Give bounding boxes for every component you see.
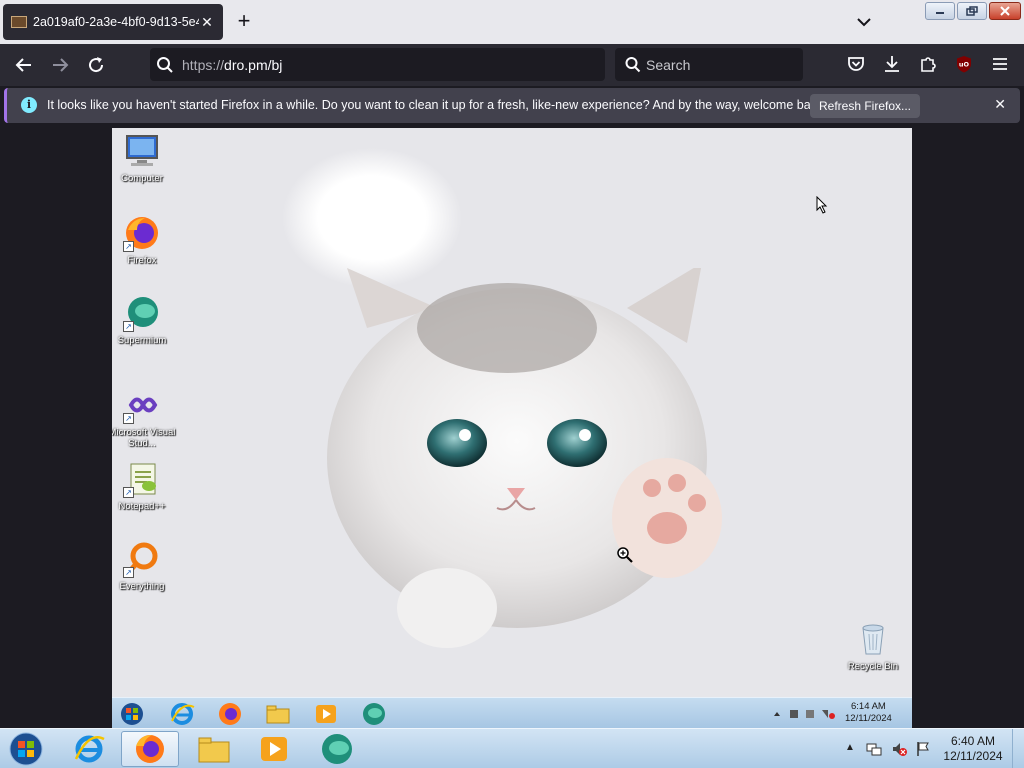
- recycle-bin-icon: [854, 620, 892, 658]
- svg-text:uO: uO: [959, 61, 970, 69]
- action-center-flag-icon[interactable]: [915, 741, 931, 757]
- internet-explorer-icon[interactable]: [168, 701, 196, 727]
- media-player-icon[interactable]: [312, 701, 340, 727]
- notification-close-icon[interactable]: ✕: [994, 96, 1006, 113]
- tab-title: 2a019af0-2a3e-4bf0-9d13-5e4d: [33, 15, 199, 29]
- host-clock[interactable]: 6:40 AM 12/11/2024: [938, 734, 1008, 764]
- desktop-icon-firefox[interactable]: ↗ Firefox: [112, 214, 177, 266]
- visual-studio-icon: ↗: [123, 386, 161, 424]
- shortcut-arrow-icon: ↗: [123, 241, 134, 252]
- window-close-button[interactable]: [989, 2, 1021, 20]
- tab-favicon-icon: [11, 16, 27, 28]
- volume-muted-icon[interactable]: [891, 741, 907, 757]
- tab-close-icon[interactable]: ✕: [199, 14, 215, 31]
- search-placeholder: Search: [646, 57, 691, 73]
- search-icon: [625, 56, 641, 79]
- url-text[interactable]: https://dro.pm/bj: [182, 57, 282, 73]
- file-explorer-icon[interactable]: [264, 701, 292, 727]
- mouse-pointer-icon: [816, 196, 828, 214]
- refresh-firefox-notification: i It looks like you haven't started Fire…: [4, 88, 1020, 123]
- notification-message: It looks like you haven't started Firefo…: [47, 98, 827, 112]
- back-arrow-icon[interactable]: [12, 53, 36, 77]
- refresh-firefox-button[interactable]: Refresh Firefox...: [810, 94, 920, 118]
- desktop-icon-label: Microsoft Visual Stud...: [112, 427, 176, 449]
- everything-icon: ↗: [123, 540, 161, 578]
- start-button[interactable]: [0, 731, 52, 767]
- firefox-icon: ↗: [123, 214, 161, 252]
- firefox-icon[interactable]: [216, 701, 244, 727]
- pocket-icon[interactable]: [845, 53, 867, 75]
- url-host-path: dro.pm/bj: [224, 57, 283, 73]
- remote-clock[interactable]: 6:14 AM 12/11/2024: [845, 701, 892, 725]
- show-hidden-icons-arrow[interactable]: ▲: [845, 742, 861, 758]
- shortcut-arrow-icon: ↗: [123, 413, 134, 424]
- supermium-icon[interactable]: [360, 701, 388, 727]
- search-icon: [156, 56, 174, 79]
- notepad-plus-plus-icon: ↗: [123, 460, 161, 498]
- remote-system-tray-icons[interactable]: [772, 708, 842, 720]
- desktop-icon-label: Recycle Bin: [847, 661, 899, 672]
- internet-explorer-icon[interactable]: [60, 731, 118, 767]
- show-desktop-button[interactable]: [1012, 729, 1024, 768]
- desktop-icon-label: Firefox: [127, 255, 157, 266]
- tab-strip: 2a019af0-2a3e-4bf0-9d13-5e4d ✕ +: [0, 0, 1024, 44]
- forward-arrow-icon[interactable]: [48, 53, 72, 77]
- desktop-icon-supermium[interactable]: ↗ Supermium: [112, 294, 177, 346]
- host-time: 6:40 AM: [950, 734, 996, 748]
- remote-time: 6:14 AM: [850, 701, 886, 712]
- desktop-icon-computer[interactable]: Computer: [112, 132, 177, 184]
- search-bar[interactable]: Search: [615, 48, 803, 81]
- desktop-icon-label: Computer: [121, 173, 163, 184]
- new-tab-button[interactable]: +: [232, 10, 256, 34]
- network-icon[interactable]: [866, 741, 882, 757]
- supermium-icon[interactable]: [308, 731, 366, 767]
- computer-icon: [123, 132, 161, 170]
- desktop-icon-notepad-plus-plus[interactable]: ↗ Notepad++: [112, 460, 177, 512]
- info-icon: i: [21, 97, 37, 113]
- reload-icon[interactable]: [84, 53, 108, 77]
- window-minimize-button[interactable]: [925, 2, 955, 20]
- downloads-icon[interactable]: [881, 53, 903, 75]
- browser-tab[interactable]: 2a019af0-2a3e-4bf0-9d13-5e4d ✕: [3, 4, 223, 40]
- firefox-icon[interactable]: [121, 731, 179, 767]
- ublock-origin-icon[interactable]: uO: [953, 53, 975, 75]
- desktop-icon-label: Notepad++: [118, 501, 166, 512]
- desktop-icon-label: Supermium: [117, 335, 167, 346]
- shortcut-arrow-icon: ↗: [123, 567, 134, 578]
- desktop-icon-visual-studio[interactable]: ↗ Microsoft Visual Stud...: [112, 386, 177, 449]
- file-explorer-icon[interactable]: [185, 731, 243, 767]
- remote-taskbar: 6:14 AM 12/11/2024: [112, 697, 912, 728]
- url-protocol: https://: [182, 57, 225, 73]
- host-taskbar: ▲ 6:40 AM 12/11/2024: [0, 728, 1024, 768]
- remote-desktop-screen[interactable]: Computer ↗ Firefox ↗ Supermium ↗ Microso…: [112, 128, 912, 698]
- media-player-icon[interactable]: [245, 731, 303, 767]
- supermium-icon: ↗: [123, 294, 161, 332]
- window-restore-button[interactable]: [957, 2, 987, 20]
- host-date: 12/11/2024: [943, 749, 1003, 763]
- list-all-tabs-chevron-icon[interactable]: [852, 12, 876, 32]
- remote-date: 12/11/2024: [845, 713, 892, 724]
- url-bar[interactable]: https://dro.pm/bj: [150, 48, 605, 81]
- extensions-puzzle-icon[interactable]: [917, 53, 939, 75]
- shortcut-arrow-icon: ↗: [123, 487, 134, 498]
- desktop-icon-label: Everything: [119, 581, 165, 592]
- zoom-in-cursor-icon: [617, 547, 633, 563]
- desktop-icon-recycle-bin[interactable]: Recycle Bin: [838, 620, 908, 672]
- shortcut-arrow-icon: ↗: [123, 321, 134, 332]
- desktop-icon-everything[interactable]: ↗ Everything: [112, 540, 177, 592]
- remote-start-button[interactable]: [118, 701, 146, 727]
- hamburger-menu-icon[interactable]: [989, 53, 1011, 75]
- kitten-wallpaper-image: [327, 268, 722, 648]
